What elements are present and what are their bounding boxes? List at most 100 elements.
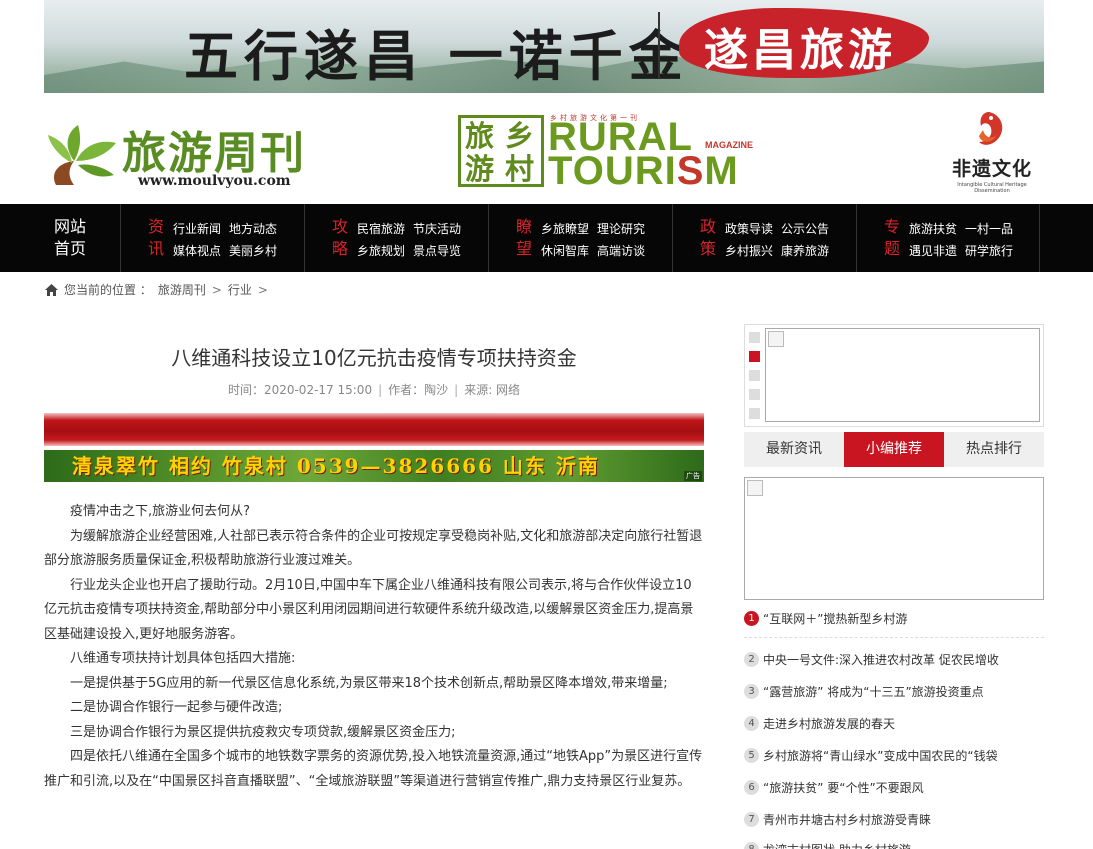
nav-category-label[interactable]: 资讯: [147, 216, 165, 260]
list-item-title[interactable]: 龙湾古村图状 助力乡村旅游: [763, 841, 911, 849]
sidebar-image-placeholder[interactable]: [744, 477, 1044, 600]
nav-link[interactable]: 研学旅行: [965, 244, 1013, 258]
nav-link[interactable]: 行业新闻: [173, 222, 221, 236]
nav-link[interactable]: 一村一品: [965, 222, 1013, 236]
article-title: 八维通科技设立10亿元抗击疫情专项扶持资金: [171, 346, 577, 370]
list-item[interactable]: 4 走进乡村旅游发展的春天: [744, 712, 1044, 734]
rank-badge: 4: [744, 715, 759, 731]
nav-link[interactable]: 景点导览: [413, 244, 461, 258]
nav-category-label[interactable]: 瞭望: [515, 216, 533, 260]
list-item[interactable]: 7 青州市井塘古村乡村旅游受青睐: [744, 808, 1044, 830]
nav-link[interactable]: 政策导读: [725, 222, 773, 236]
article-meta: 时间：2020-02-17 15:00 | 作者：陶沙 | 来源: 网络: [227, 383, 521, 397]
zhuquan-village-ad[interactable]: 清泉翠竹 相约 竹泉村 0539—3826666 山东 沂南 广告: [44, 450, 704, 482]
nav-link[interactable]: 乡旅规划: [357, 244, 405, 258]
tab-editor-picks[interactable]: 小编推荐: [844, 432, 944, 467]
nav-group-outlook: 瞭望 乡旅瞭望 理论研究 休闲智库 高端访谈: [488, 204, 672, 272]
article-paragraph: 四是依托八维通在全国多个城市的地铁数字票务的资源优势,投入地铁流量资源,通过“地…: [44, 749, 703, 789]
nav-link[interactable]: 民宿旅游: [357, 222, 405, 236]
list-item[interactable]: 1 “互联网＋”搅热新型乡村游: [744, 607, 1044, 629]
site-logo[interactable]: 旅游周刊 www.moulvyou.com: [44, 117, 324, 192]
nav-link[interactable]: 乡旅瞭望: [541, 222, 589, 236]
nav-group-policy: 政策 政策导读 公示公告 乡村振兴 康养旅游: [672, 204, 856, 272]
list-item[interactable]: 5 乡村旅游将“青山绿水”变成中国农民的“钱袋: [744, 744, 1044, 766]
slider-dot-active[interactable]: [749, 351, 760, 362]
article-author: 作者：陶沙: [388, 383, 449, 397]
site-url: www.moulvyou.com: [138, 173, 291, 189]
article-paragraph: 一是提供基于5G应用的新一代景区信息化系统,为景区带来18个技术创新点,帮助景区…: [70, 675, 668, 691]
article-paragraph: 行业龙头企业也开启了援助行动。2月10日,中国中车下属企业八维通科技有限公司表示…: [44, 577, 694, 642]
list-item-title[interactable]: 走进乡村旅游发展的春天: [763, 715, 895, 732]
nav-category-label[interactable]: 攻略: [331, 216, 349, 260]
nav-link[interactable]: 高端访谈: [597, 244, 645, 258]
nav-category-label[interactable]: 专题: [883, 216, 901, 260]
phoenix-icon: [979, 112, 1003, 145]
heritage-logo[interactable]: 非遗文化 Intangible Cultural Heritage Dissem…: [944, 108, 1044, 194]
banner-slogan: 五行遂昌 一诺千金: [184, 24, 689, 88]
top-ad-banner[interactable]: 五行遂昌 一诺千金 遂昌旅游: [44, 0, 1044, 93]
list-item[interactable]: 2 中央一号文件:深入推进农村改革 促农民增收: [744, 648, 1044, 670]
seal-char: 村: [505, 152, 535, 186]
article-time: 时间：2020-02-17 15:00: [227, 383, 373, 397]
nav-link[interactable]: 媒体视点: [173, 244, 221, 258]
slider-image-placeholder[interactable]: [765, 328, 1040, 422]
article-source: 来源: 网络: [464, 383, 521, 397]
article-paragraph: 二是协调合作银行一起参与硬件改造;: [70, 700, 283, 715]
heritage-subtitle: Intangible Cultural Heritage Disseminati…: [957, 182, 1027, 194]
rank-badge: 8: [744, 841, 759, 849]
slider-dot[interactable]: [749, 408, 760, 419]
breadcrumb-prefix: 您当前的位置 ：: [64, 283, 152, 297]
slider-dot[interactable]: [749, 332, 760, 343]
nav-link[interactable]: 美丽乡村: [229, 244, 277, 258]
rank-badge: 3: [744, 683, 759, 699]
nav-home-link[interactable]: 网站 首页: [44, 216, 96, 260]
heritage-name: 非遗文化: [951, 158, 1032, 180]
breadcrumb-link[interactable]: 旅游周刊: [158, 281, 206, 299]
article-body: 疫情冲击之下,旅游业何去何从? 为缓解旅游企业经营困难,人社部已表示符合条件的企…: [44, 500, 704, 794]
sidebar-tabs: 最新资讯 小编推荐 热点排行: [744, 432, 1044, 467]
nav-group-topics: 专题 旅游扶贫 一村一品 遇见非遗 研学旅行: [856, 204, 1040, 272]
ad-text: 清泉翠竹 相约 竹泉村 0539—3826666 山东 沂南: [72, 454, 600, 478]
list-item-title[interactable]: 青州市井塘古村乡村旅游受青睐: [763, 811, 931, 828]
nav-link[interactable]: 休闲智库: [541, 244, 589, 258]
breadcrumb-separator: >: [211, 283, 222, 297]
main-nav: 网站 首页 资讯 行业新闻 地方动态 媒体视点 美丽乡村 攻略 民宿旅游 节庆活动 乡旅…: [0, 204, 1093, 272]
list-item-title[interactable]: “互联网＋”搅热新型乡村游: [763, 610, 907, 627]
tab-hot[interactable]: 热点排行: [944, 432, 1044, 467]
list-item[interactable]: 8 龙湾古村图状 助力乡村旅游: [744, 838, 1044, 849]
rank-badge: 6: [744, 779, 759, 795]
slider-dot[interactable]: [749, 389, 760, 400]
ad-tag: 广告: [684, 471, 702, 481]
tourism-word: TOURISM: [548, 149, 739, 193]
tab-latest[interactable]: 最新资讯: [744, 432, 844, 467]
nav-group-news: 资讯 行业新闻 地方动态 媒体视点 美丽乡村: [120, 204, 304, 272]
nav-link[interactable]: 理论研究: [597, 222, 645, 236]
list-item[interactable]: 6 “旅游扶贫” 要“个性”不要跟风: [744, 776, 1044, 798]
home-icon: [45, 284, 58, 296]
list-item-title[interactable]: “露营旅游” 将成为“十三五”旅游投资重点: [763, 683, 984, 700]
nav-link[interactable]: 公示公告: [781, 222, 829, 236]
rural-tourism-logo: 旅 乡 游 村 乡村旅游文化第一刊 RURAL MAGAZINE TOURISM: [458, 113, 768, 191]
rank-badge: 1: [744, 610, 759, 626]
nav-group-guides: 攻略 民宿旅游 节庆活动 乡旅规划 景点导览: [304, 204, 488, 272]
nav-link[interactable]: 遇见非遗: [909, 244, 957, 258]
article-paragraph: 八维通专项扶持计划具体包括四大措施:: [70, 651, 296, 666]
banner-divider: [658, 12, 660, 78]
list-item[interactable]: 3 “露营旅游” 将成为“十三五”旅游投资重点: [744, 680, 1044, 702]
image-slider: [744, 324, 1044, 427]
nav-link[interactable]: 旅游扶贫: [909, 222, 957, 236]
slider-dot[interactable]: [749, 370, 760, 381]
nav-link[interactable]: 地方动态: [229, 222, 277, 236]
list-item-title[interactable]: 乡村旅游将“青山绿水”变成中国农民的“钱袋: [763, 747, 998, 764]
list-item-title[interactable]: 中央一号文件:深入推进农村改革 促农民增收: [763, 651, 999, 668]
breadcrumb-link[interactable]: 行业: [228, 281, 252, 299]
nav-link[interactable]: 乡村振兴: [725, 244, 773, 258]
red-ad-banner[interactable]: [44, 413, 704, 446]
nav-category-label[interactable]: 政策: [699, 216, 717, 260]
nav-link[interactable]: 节庆活动: [413, 222, 461, 236]
rank-badge: 7: [744, 811, 759, 827]
seal-char: 旅: [465, 119, 495, 153]
list-item-title[interactable]: “旅游扶贫” 要“个性”不要跟风: [763, 779, 924, 796]
breadcrumb: 您当前的位置 ： 旅游周刊 > 行业 >: [44, 281, 274, 299]
nav-link[interactable]: 康养旅游: [781, 244, 829, 258]
